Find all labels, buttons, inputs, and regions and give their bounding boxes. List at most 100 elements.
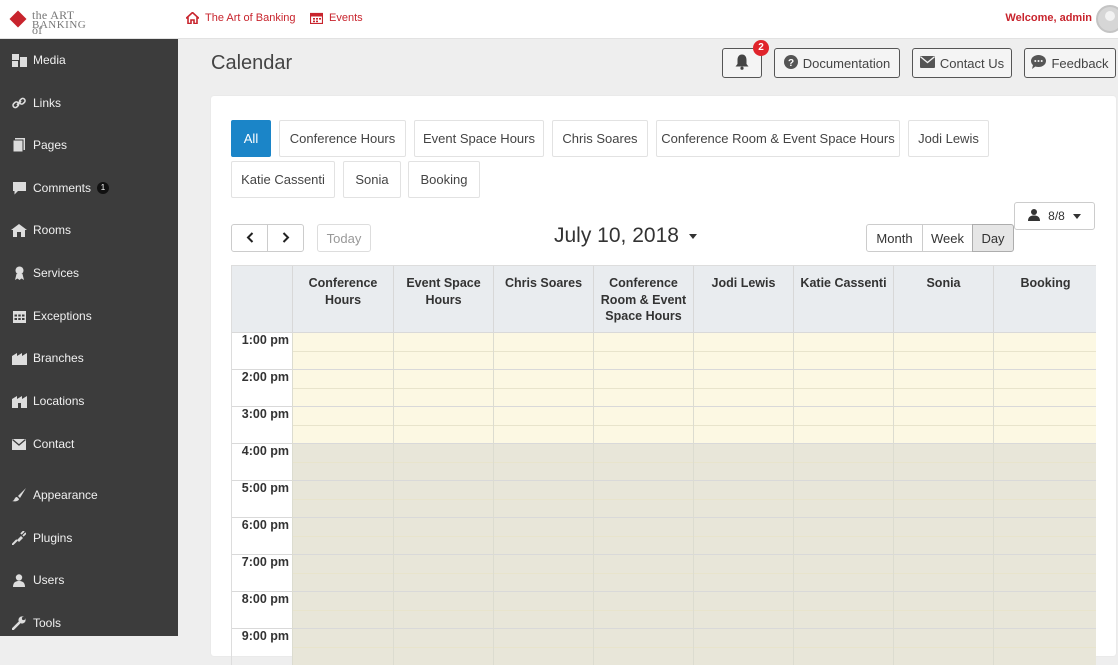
sidebar-item-label: Plugins bbox=[33, 531, 73, 545]
branches-icon bbox=[11, 350, 27, 366]
resource-count: 8/8 bbox=[1048, 209, 1065, 223]
sidebar-item-label: Pages bbox=[33, 138, 68, 152]
contact-us-label: Contact Us bbox=[939, 55, 1005, 71]
column-line bbox=[993, 333, 994, 665]
half-hour-line bbox=[293, 610, 1096, 611]
half-hour-line bbox=[293, 647, 1096, 648]
calendar-icon bbox=[310, 12, 323, 24]
prev-button[interactable] bbox=[231, 224, 268, 252]
column-header-conference-hours: Conference Hours bbox=[292, 266, 393, 333]
calendar-header: Conference Hours Event Space Hours Chris… bbox=[232, 266, 1096, 333]
feedback-button[interactable]: Feedback bbox=[1024, 48, 1116, 78]
filter-conference-hours[interactable]: Conference Hours bbox=[279, 120, 406, 157]
date-picker[interactable]: July 10, 2018 bbox=[554, 224, 697, 248]
column-line bbox=[493, 333, 494, 665]
sidebar-item-label: Appearance bbox=[33, 488, 98, 502]
sidebar-item-contact[interactable]: Contact bbox=[0, 430, 178, 458]
sidebar-item-label: Locations bbox=[33, 394, 85, 408]
documentation-label: Documentation bbox=[802, 55, 891, 71]
chat-icon bbox=[1031, 54, 1047, 72]
column-header-booking: Booking bbox=[993, 266, 1096, 333]
sidebar-item-plugins[interactable]: Plugins bbox=[0, 524, 178, 552]
half-hour-line bbox=[293, 573, 1096, 574]
sidebar-item-appearance[interactable]: Appearance bbox=[0, 481, 178, 509]
time-label: 7:00 pm bbox=[241, 555, 289, 569]
help-icon: ? bbox=[783, 54, 798, 72]
filter-chris-soares[interactable]: Chris Soares bbox=[552, 120, 648, 157]
filter-katie-cassenti[interactable]: Katie Cassenti bbox=[231, 161, 335, 198]
filter-all[interactable]: All bbox=[231, 120, 271, 157]
sidebar-item-exceptions[interactable]: Exceptions bbox=[0, 302, 178, 330]
site-logo[interactable]: the ART of BANKING bbox=[9, 8, 87, 37]
comment-icon bbox=[11, 180, 27, 196]
column-header-sonia: Sonia bbox=[893, 266, 993, 333]
pages-icon bbox=[11, 137, 27, 153]
time-label: 8:00 pm bbox=[241, 592, 289, 606]
welcome-user[interactable]: Welcome, admin bbox=[1005, 12, 1092, 24]
sidebar-item-label: Users bbox=[33, 573, 65, 587]
bell-icon bbox=[735, 54, 749, 73]
hour-line bbox=[232, 406, 1096, 407]
sidebar-item-branches[interactable]: Branches bbox=[0, 344, 178, 372]
column-header-event-space-hours: Event Space Hours bbox=[393, 266, 493, 333]
next-button[interactable] bbox=[267, 224, 304, 252]
avatar[interactable] bbox=[1096, 5, 1118, 33]
hour-line bbox=[232, 480, 1096, 481]
sidebar-item-label: Links bbox=[33, 96, 62, 110]
filter-jodi-lewis[interactable]: Jodi Lewis bbox=[908, 120, 989, 157]
feedback-label: Feedback bbox=[1051, 55, 1109, 71]
time-label: 5:00 pm bbox=[241, 481, 289, 495]
time-label: 4:00 pm bbox=[241, 444, 289, 458]
hour-line bbox=[232, 554, 1096, 555]
filter-conference-room-event-space-hours[interactable]: Conference Room & Event Space Hours bbox=[656, 120, 900, 157]
column-line bbox=[893, 333, 894, 665]
filter-event-space-hours[interactable]: Event Space Hours bbox=[414, 120, 544, 157]
sidebar-item-label: Branches bbox=[33, 351, 84, 365]
column-header-katie-cassenti: Katie Cassenti bbox=[793, 266, 893, 333]
logo-line2: BANKING bbox=[32, 19, 87, 31]
rooms-icon bbox=[11, 222, 27, 238]
sidebar-item-label: Tools bbox=[33, 616, 62, 630]
hour-line bbox=[232, 517, 1096, 518]
sidebar-item-label: Rooms bbox=[33, 223, 72, 237]
events-link[interactable]: Events bbox=[310, 12, 363, 24]
column-header-conference-room-event-space-hours: Conference Room & Event Space Hours bbox=[593, 266, 693, 333]
view-day-button[interactable]: Day bbox=[972, 224, 1014, 252]
sidebar-item-label: Media bbox=[33, 53, 66, 67]
filter-sonia[interactable]: Sonia bbox=[343, 161, 401, 198]
contact-us-button[interactable]: Contact Us bbox=[912, 48, 1012, 78]
resource-filter-dropdown[interactable]: 8/8 bbox=[1014, 202, 1095, 230]
documentation-button[interactable]: ? Documentation bbox=[774, 48, 900, 78]
hour-line bbox=[232, 443, 1096, 444]
half-hour-line bbox=[293, 462, 1096, 463]
column-line bbox=[292, 333, 293, 665]
notifications-button[interactable]: 2 bbox=[722, 40, 769, 78]
column-line bbox=[793, 333, 794, 665]
site-home-link[interactable]: The Art of Banking bbox=[186, 12, 296, 24]
today-button[interactable]: Today bbox=[317, 224, 371, 252]
half-hour-line bbox=[293, 499, 1096, 500]
page-title: Calendar bbox=[211, 52, 293, 74]
sidebar-item-comments[interactable]: Comments 1 bbox=[0, 174, 178, 202]
envelope-icon bbox=[919, 55, 935, 71]
time-label: 6:00 pm bbox=[241, 518, 289, 532]
half-hour-line bbox=[293, 536, 1096, 537]
sidebar-item-users[interactable]: Users bbox=[0, 566, 178, 594]
sidebar-item-tools[interactable]: Tools bbox=[0, 609, 178, 637]
sidebar-item-pages[interactable]: Pages bbox=[0, 131, 178, 159]
filter-booking[interactable]: Booking bbox=[408, 161, 480, 198]
sidebar-item-label: Services bbox=[33, 266, 80, 280]
view-week-button[interactable]: Week bbox=[922, 224, 973, 252]
column-header-chris-soares: Chris Soares bbox=[493, 266, 593, 333]
chevron-left-icon bbox=[246, 231, 254, 246]
sidebar-item-links[interactable]: Links bbox=[0, 89, 178, 117]
sidebar-item-services[interactable]: Services bbox=[0, 259, 178, 287]
sidebar-item-rooms[interactable]: Rooms bbox=[0, 216, 178, 244]
column-line bbox=[593, 333, 594, 665]
hour-line bbox=[232, 591, 1096, 592]
half-hour-line bbox=[293, 425, 1096, 426]
sidebar-item-locations[interactable]: Locations bbox=[0, 387, 178, 415]
sidebar-item-media[interactable]: Media bbox=[0, 46, 178, 74]
view-month-button[interactable]: Month bbox=[866, 224, 923, 252]
logo-mark bbox=[9, 10, 27, 28]
